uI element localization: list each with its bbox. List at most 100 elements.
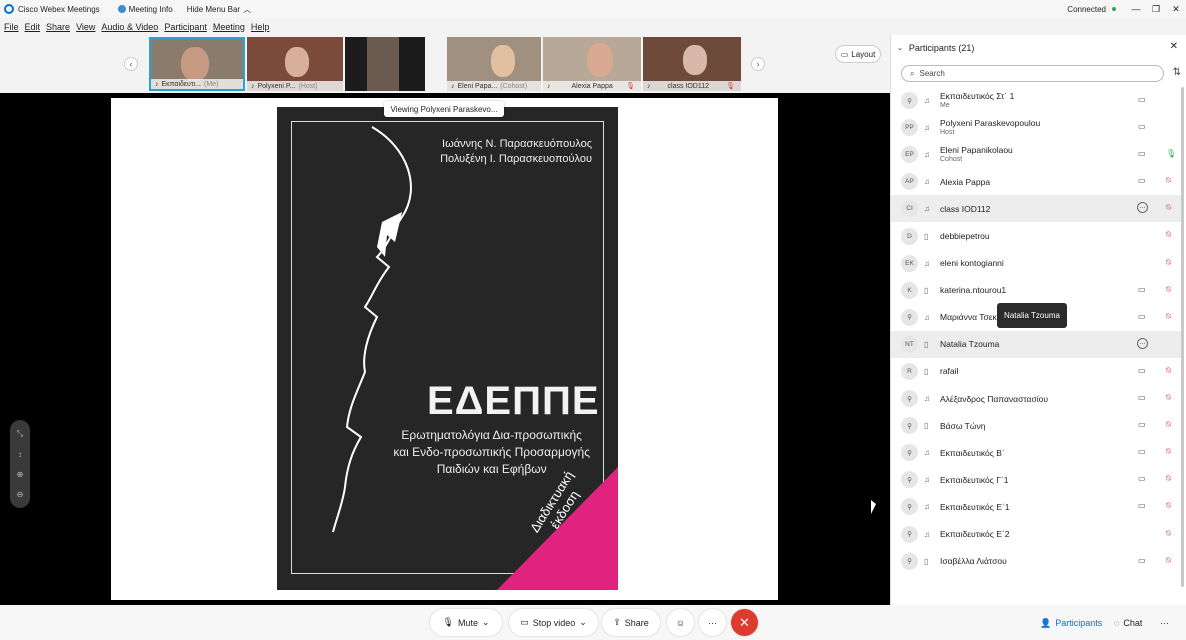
- chat-tab-button[interactable]: ◌ Chat: [1114, 612, 1142, 634]
- menu-meeting[interactable]: Meeting: [213, 22, 245, 32]
- participant-row[interactable]: ⚲ ▯ Ισαβέλλα Λιάτσου ▭ ⍉: [891, 548, 1183, 575]
- mic-icon[interactable]: 🎙: [1166, 149, 1176, 158]
- menu-audio-video[interactable]: Audio & Video: [101, 22, 158, 32]
- participant-row[interactable]: ⚲ ♫ Εκπαιδευτικός Ε΄1 ▭ ⍉: [891, 493, 1183, 520]
- participant-row[interactable]: ⚲ ♫ Εκπαιδευτικός Γ΄1 ▭ ⍉: [891, 466, 1183, 493]
- zoom-out-icon[interactable]: ⊖: [17, 490, 24, 499]
- zoom-in-icon[interactable]: ⊕: [17, 470, 24, 479]
- close-panel-button[interactable]: ✕: [1170, 41, 1178, 52]
- avatar: EK: [901, 254, 918, 272]
- meeting-controls-bar: 🎙 Mute ⌄ ▭ Stop video ⌄ ⇪ Share ☺ ··· ✕ …: [0, 605, 1186, 640]
- participant-row[interactable]: NT ▯ Natalia Tzouma…: [891, 330, 1183, 358]
- menu-help[interactable]: Help: [251, 22, 270, 32]
- video-thumbnail[interactable]: ♪ Alexia Pappa 🎙: [543, 37, 641, 91]
- connection-dot-icon: [1112, 7, 1116, 11]
- meeting-info-label: Meeting Info: [128, 4, 173, 14]
- participant-row[interactable]: ⚲ ♫ Εκπαιδευτικός Β΄ ▭ ⍉: [891, 439, 1183, 466]
- mic-muted-icon[interactable]: ⍉: [1166, 176, 1171, 186]
- video-thumbnail[interactable]: ♪ Εκπαιδευτι... (Me): [149, 37, 245, 91]
- video-thumbnail-strip: ‹ ♪ Εκπαιδευτι... (Me) ♪ Polyxeni P... (…: [0, 35, 890, 93]
- participants-tab-button[interactable]: 👤 Participants: [1040, 612, 1102, 634]
- participant-row[interactable]: D ▯ debbiepetrou ⍉: [891, 222, 1183, 249]
- mic-muted-icon[interactable]: ⍉: [1166, 556, 1171, 566]
- share-button[interactable]: ⇪ Share: [602, 609, 660, 636]
- restore-button[interactable]: ❐: [1146, 4, 1166, 15]
- participant-name: Βάσω Τώνη: [940, 420, 986, 431]
- meeting-info-button[interactable]: Meeting Info: [117, 4, 173, 14]
- video-thumbnail[interactable]: [345, 37, 425, 91]
- mic-muted-icon[interactable]: ⍉: [1166, 474, 1171, 484]
- avatar: ⚲: [901, 390, 918, 408]
- headset-icon: ♫: [924, 150, 930, 160]
- participant-row[interactable]: EP ♫ Eleni Papanikolaou Cohost ▭ 🎙: [891, 141, 1183, 168]
- pointer-icon[interactable]: ↕: [18, 450, 22, 459]
- leave-meeting-button[interactable]: ✕: [731, 609, 758, 636]
- chat-icon[interactable]: …: [1137, 337, 1148, 349]
- avatar: ⚲: [901, 417, 918, 435]
- phone-icon: ▯: [924, 421, 929, 431]
- video-thumbnail[interactable]: ♪ class IOD112 🎙: [643, 37, 741, 91]
- mic-muted-icon[interactable]: ⍉: [1166, 529, 1171, 539]
- video-thumbnail[interactable]: ♪ Eleni Papa... (Cohost): [447, 37, 541, 91]
- mic-muted-icon[interactable]: ⍉: [1166, 230, 1171, 240]
- mic-muted-icon[interactable]: ⍉: [1166, 366, 1171, 376]
- thumbnail-label: ♪ class IOD112 🎙: [643, 81, 741, 91]
- participant-row[interactable]: R ▯ rafail ▭ ⍉: [891, 358, 1183, 385]
- mic-muted-icon[interactable]: ⍉: [1166, 501, 1171, 511]
- participant-row[interactable]: K ▯ katerina.ntourou1 ▭ ⍉: [891, 277, 1183, 304]
- participant-row[interactable]: AP ♫ Alexia Pappa ▭ ⍉: [891, 168, 1183, 195]
- menu-participant[interactable]: Participant: [164, 22, 207, 32]
- layout-button[interactable]: ▭ Layout: [835, 45, 881, 63]
- thumbnails-next-button[interactable]: ›: [751, 57, 765, 71]
- thumbnails-prev-button[interactable]: ‹: [124, 57, 138, 71]
- mic-muted-icon[interactable]: ⍉: [1166, 258, 1171, 268]
- close-window-button[interactable]: ✕: [1166, 4, 1186, 15]
- headset-icon: ♫: [924, 258, 930, 268]
- collapse-chevron-icon[interactable]: ⌄: [897, 44, 903, 52]
- mute-button[interactable]: 🎙 Mute ⌄: [430, 609, 502, 636]
- chevron-down-icon[interactable]: ⌄: [579, 617, 587, 628]
- menu-file[interactable]: File: [4, 22, 19, 32]
- person-icon: ⚲: [907, 422, 912, 430]
- participant-name-block: Eleni Papanikolaou Cohost: [940, 145, 1183, 165]
- search-input[interactable]: ⌕ Search: [901, 65, 1164, 82]
- panel-more-button[interactable]: ···: [1160, 612, 1169, 634]
- stop-video-button[interactable]: ▭ Stop video ⌄: [509, 609, 598, 636]
- menu-share[interactable]: Share: [46, 22, 70, 32]
- participant-row[interactable]: ⚲ ♫ Εκπαιδευτικός Στ΄ 1 Me ▭: [891, 87, 1183, 114]
- mic-muted-icon[interactable]: ⍉: [1166, 285, 1171, 295]
- mic-muted-icon[interactable]: ⍉: [1166, 393, 1171, 403]
- audio-icon: ♪: [155, 80, 159, 88]
- participant-name: Alexia Pappa: [940, 176, 991, 187]
- fit-icon[interactable]: ⤡: [17, 429, 23, 439]
- mic-muted-icon[interactable]: ⍉: [1166, 420, 1171, 430]
- participant-row[interactable]: EK ♫ eleni kontogianni ⍉: [891, 250, 1183, 277]
- participant-name-block: Ισαβέλλα Λιάτσου: [940, 556, 1183, 566]
- participant-tooltip: Natalia Tzouma: [997, 303, 1067, 328]
- avatar: ⚲: [901, 308, 918, 326]
- participant-row[interactable]: ⚲ ♫ Αλέξανδρος Παπαναστασίου ▭ ⍉: [891, 385, 1183, 412]
- video-thumbnail[interactable]: ♪ Polyxeni P... (Host): [247, 37, 343, 91]
- minimize-button[interactable]: —: [1126, 4, 1146, 14]
- participant-role: Host: [940, 128, 955, 136]
- menu-edit[interactable]: Edit: [25, 22, 41, 32]
- participant-row[interactable]: PP ♫ Polyxeni Paraskevopoulou Host ▭: [891, 114, 1183, 141]
- mic-muted-icon[interactable]: ⍉: [1166, 312, 1171, 322]
- participant-row[interactable]: CI ♫ class IOD112… ⍉: [891, 195, 1183, 223]
- menu-view[interactable]: View: [76, 22, 95, 32]
- video-camera-icon: ▭: [1138, 555, 1146, 565]
- close-icon: ✕: [739, 614, 750, 630]
- sort-icon[interactable]: ⇅: [1173, 67, 1181, 78]
- hide-menu-bar-button[interactable]: Hide Menu Bar ︿: [187, 4, 251, 15]
- participant-row[interactable]: ⚲ ♫ Εκπαιδευτικός Ε΄2 ⍉: [891, 521, 1183, 548]
- more-options-button[interactable]: ···: [699, 609, 726, 636]
- audio-icon: ♪: [647, 82, 651, 90]
- mic-muted-icon[interactable]: ⍉: [1166, 203, 1171, 213]
- participant-row[interactable]: ⚲ ▯ Βάσω Τώνη ▭ ⍉: [891, 412, 1183, 439]
- chevron-down-icon[interactable]: ⌄: [482, 617, 490, 628]
- panel-scrollbar[interactable]: [1181, 87, 1184, 587]
- participant-name-block: Εκπαιδευτικός Β΄: [940, 448, 1183, 458]
- reactions-button[interactable]: ☺: [667, 609, 694, 636]
- headset-icon: ♫: [924, 123, 930, 133]
- mic-muted-icon[interactable]: ⍉: [1166, 447, 1171, 457]
